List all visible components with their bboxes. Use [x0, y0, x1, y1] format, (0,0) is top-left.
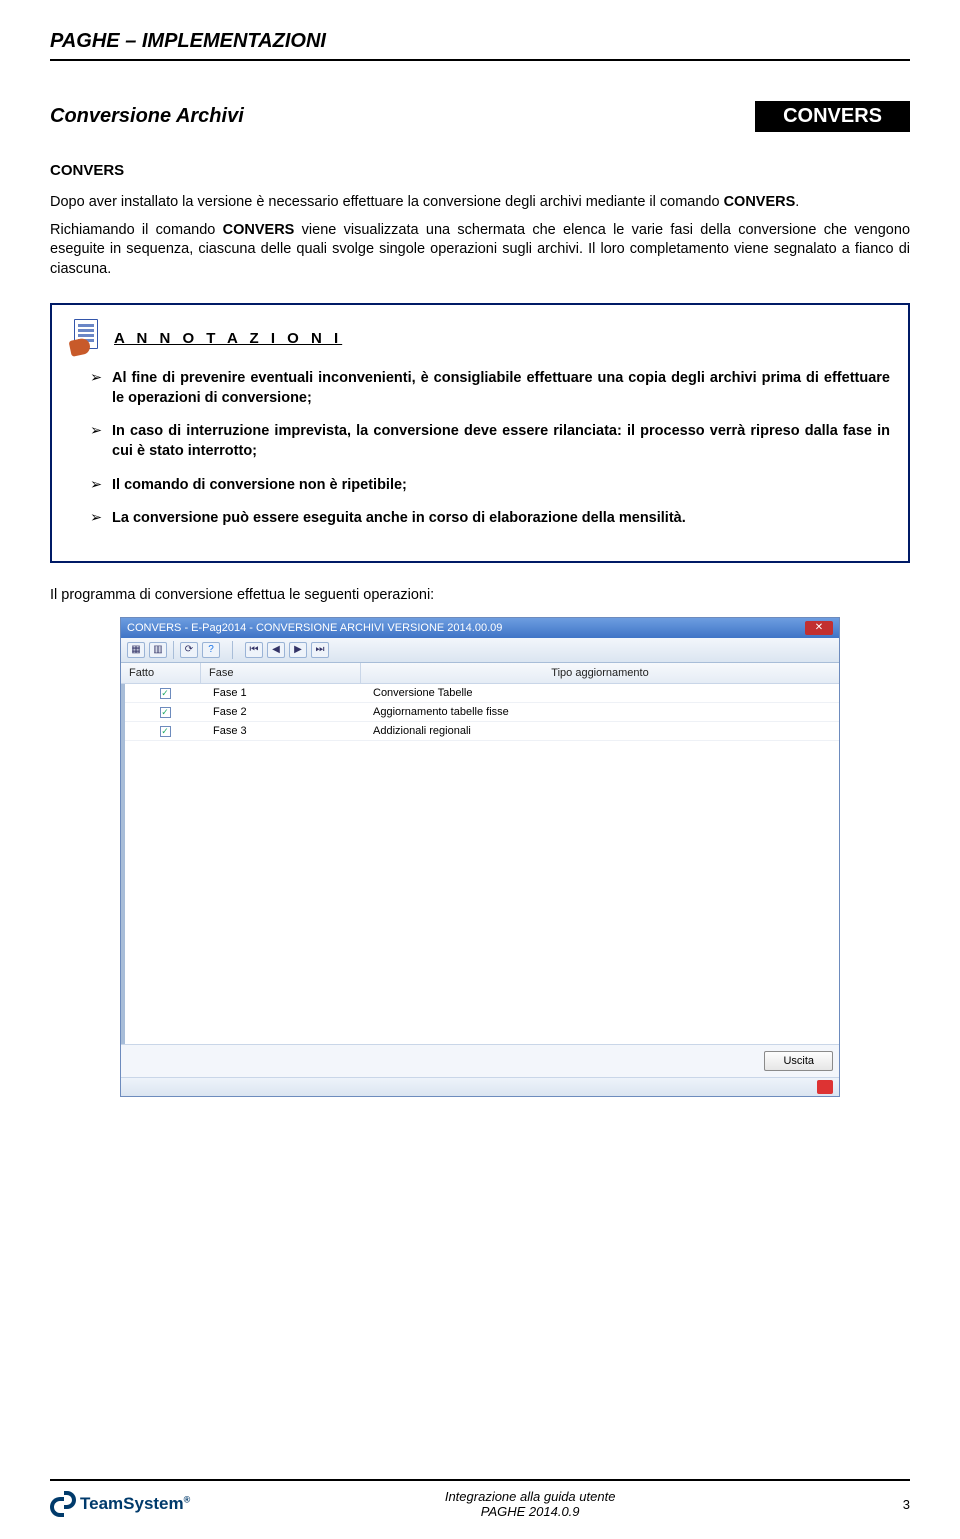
section-subhead: CONVERS	[50, 162, 910, 179]
paragraph-2: Richiamando il comando CONVERS viene vis…	[50, 221, 910, 280]
app-titlebar[interactable]: CONVERS - E-Pag2014 - CONVERSIONE ARCHIV…	[121, 618, 839, 638]
help-icon[interactable]: ?	[202, 642, 220, 658]
status-strip	[121, 1077, 839, 1096]
toolbar-group-left: ▦ ▥ ⟳ ?	[127, 641, 220, 659]
footer-line1: Integrazione alla guida utente	[190, 1489, 870, 1504]
footer-line2: PAGHE 2014.0.9	[190, 1504, 870, 1519]
footer-center: Integrazione alla guida utente PAGHE 201…	[190, 1489, 870, 1519]
col-fase: Fase	[201, 663, 361, 683]
cell-fase: Fase 3	[205, 722, 365, 741]
annotation-item: In caso di interruzione imprevista, la c…	[90, 422, 890, 461]
brand-text: TeamSystem	[80, 1494, 184, 1513]
app-footer: Uscita	[121, 1044, 839, 1077]
toolbar-button[interactable]: ▦	[127, 642, 145, 658]
annotations-list: Al fine di prevenire eventuali inconveni…	[70, 369, 890, 528]
table-row[interactable]: ✓ Fase 2 Aggiornamento tabelle fisse	[125, 703, 839, 722]
grid-header: Fatto Fase Tipo aggiornamento	[121, 663, 839, 684]
toolbar-separator	[232, 641, 233, 659]
col-fatto: Fatto	[121, 663, 201, 683]
page-header: PAGHE – IMPLEMENTAZIONI	[50, 30, 910, 61]
page-header-title: PAGHE – IMPLEMENTAZIONI	[50, 30, 326, 52]
app-title: CONVERS - E-Pag2014 - CONVERSIONE ARCHIV…	[127, 622, 502, 634]
annotations-head: A N N O T A Z I O N I	[70, 319, 890, 357]
page-footer: TeamSystem® Integrazione alla guida uten…	[50, 1479, 910, 1519]
cell-desc: Conversione Tabelle	[365, 684, 839, 703]
para2-a: Richiamando il comando	[50, 222, 223, 238]
exit-button[interactable]: Uscita	[764, 1051, 833, 1071]
brand-name: TeamSystem®	[80, 1494, 190, 1514]
first-icon[interactable]: ⏮	[245, 642, 263, 658]
section-tag: CONVERS	[755, 101, 910, 132]
toolbar-separator	[173, 641, 174, 659]
annotation-item: Al fine di prevenire eventuali inconveni…	[90, 369, 890, 408]
toolbar-group-nav: ⏮ ◀ ▶ ⏭	[245, 642, 329, 658]
col-tipo: Tipo aggiornamento	[361, 663, 839, 683]
close-icon[interactable]: ✕	[805, 621, 833, 635]
stop-icon[interactable]	[817, 1080, 833, 1094]
page-number: 3	[870, 1497, 910, 1512]
section-title: Conversione Archivi	[50, 105, 244, 128]
annotation-item: La conversione può essere eseguita anche…	[90, 509, 890, 529]
last-icon[interactable]: ⏭	[311, 642, 329, 658]
brand-logo: TeamSystem®	[50, 1491, 190, 1517]
app-window: CONVERS - E-Pag2014 - CONVERSIONE ARCHIV…	[120, 617, 840, 1097]
annotation-item: Il comando di conversione non è ripetibi…	[90, 476, 890, 496]
annotations-box: A N N O T A Z I O N I Al fine di preveni…	[50, 303, 910, 562]
annotations-title: A N N O T A Z I O N I	[114, 330, 342, 347]
checkbox-checked-icon[interactable]: ✓	[160, 726, 171, 737]
section-row: Conversione Archivi CONVERS	[50, 101, 910, 132]
refresh-icon[interactable]: ⟳	[180, 642, 198, 658]
table-row[interactable]: ✓ Fase 3 Addizionali regionali	[125, 722, 839, 741]
note-icon	[70, 319, 104, 357]
paragraph-1: Dopo aver installato la versione è neces…	[50, 193, 910, 213]
cell-fase: Fase 1	[205, 684, 365, 703]
checkbox-checked-icon[interactable]: ✓	[160, 688, 171, 699]
para1-pre: Dopo aver installato la versione è neces…	[50, 194, 724, 210]
cell-desc: Addizionali regionali	[365, 722, 839, 741]
cell-desc: Aggiornamento tabelle fisse	[365, 703, 839, 722]
brand-logo-icon	[50, 1491, 76, 1517]
prev-icon[interactable]: ◀	[267, 642, 285, 658]
toolbar-button[interactable]: ▥	[149, 642, 167, 658]
intro-after: Il programma di conversione effettua le …	[50, 587, 910, 603]
cell-fase: Fase 2	[205, 703, 365, 722]
grid-body: ✓ Fase 1 Conversione Tabelle ✓ Fase 2 Ag…	[121, 684, 839, 1044]
checkbox-checked-icon[interactable]: ✓	[160, 707, 171, 718]
app-toolbar: ▦ ▥ ⟳ ? ⏮ ◀ ▶ ⏭	[121, 638, 839, 663]
para1-post: .	[795, 194, 799, 210]
table-row[interactable]: ✓ Fase 1 Conversione Tabelle	[125, 684, 839, 703]
para1-bold: CONVERS	[724, 194, 796, 210]
next-icon[interactable]: ▶	[289, 642, 307, 658]
para2-bold: CONVERS	[223, 222, 295, 238]
